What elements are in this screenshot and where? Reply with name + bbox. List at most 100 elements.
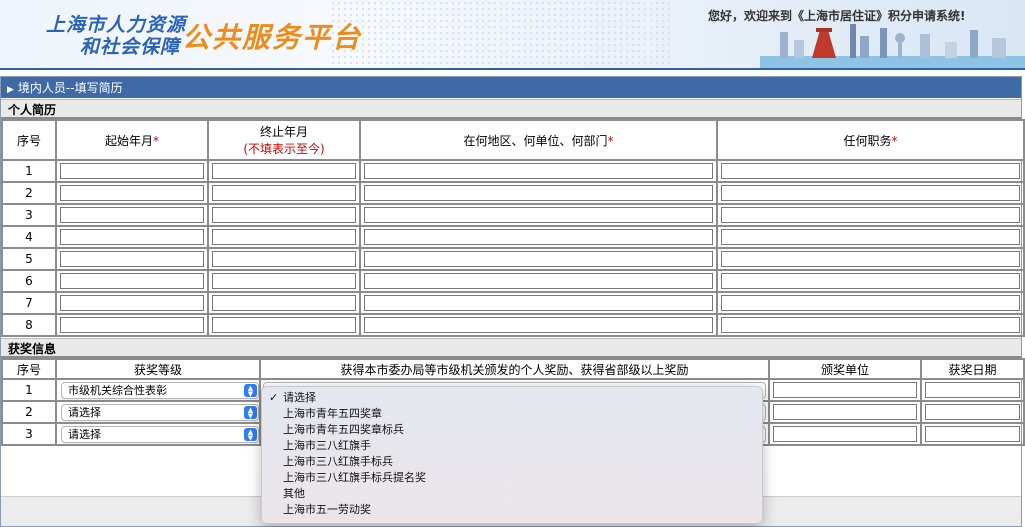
platform-brand: 公共服务平台 <box>182 21 363 54</box>
resume-cell <box>207 159 361 183</box>
position-input[interactable] <box>721 273 1020 289</box>
dropdown-option[interactable]: 上海市三八红旗手标兵 <box>262 454 762 470</box>
end-date-input[interactable] <box>212 251 356 267</box>
position-input[interactable] <box>721 185 1020 201</box>
award-date-input[interactable] <box>925 382 1020 398</box>
place-input[interactable] <box>364 207 713 223</box>
resume-cell <box>55 291 209 315</box>
resume-cell <box>207 247 361 271</box>
start-date-input[interactable] <box>60 251 204 267</box>
resume-row: 3 <box>1 203 1025 227</box>
start-date-input[interactable] <box>60 273 204 289</box>
resume-cell <box>359 159 718 183</box>
dropdown-option[interactable]: 上海市青年五四奖章 <box>262 406 762 422</box>
resume-section-title: 个人简历 <box>8 103 57 117</box>
resume-cell <box>359 291 718 315</box>
start-date-input[interactable] <box>60 163 204 179</box>
place-input[interactable] <box>364 251 713 267</box>
award-options-dropdown[interactable]: ✓ 请选择上海市青年五四奖章 上海市青年五四奖章标兵 上海市三八红旗手 上海市三八红旗手… <box>261 386 763 524</box>
resume-cell <box>207 203 361 227</box>
place-input[interactable] <box>364 185 713 201</box>
award-cell <box>920 378 1025 402</box>
award-date-input[interactable] <box>925 426 1020 442</box>
resume-row: 6 <box>1 269 1025 293</box>
award-date-input[interactable] <box>925 404 1020 420</box>
dropdown-option[interactable]: 上海市青年五四奖章标兵 <box>262 422 762 438</box>
resume-cell <box>207 269 361 293</box>
resume-cell <box>359 269 718 293</box>
end-date-input[interactable] <box>212 317 356 333</box>
resume-table: 序号 起始年月* 终止年月 (不填表示至今) 在何地区、何单位、何部门* 任何职务… <box>1 119 1025 337</box>
award-seq: 3 <box>1 422 57 446</box>
resume-cell <box>716 225 1025 249</box>
select-updown-icon: ▲ ▼ <box>244 405 257 419</box>
end-date-input[interactable] <box>212 295 356 311</box>
col-award-date: 获奖日期 <box>920 358 1025 380</box>
resume-cell <box>207 313 361 337</box>
end-date-input[interactable] <box>212 185 356 201</box>
position-input[interactable] <box>721 229 1020 245</box>
resume-cell <box>55 181 209 205</box>
place-input[interactable] <box>364 163 713 179</box>
start-date-input[interactable] <box>60 207 204 223</box>
award-level-cell: 请选择 ▲ ▼ <box>55 422 261 446</box>
award-level-value: 市级机关综合性表彰 <box>68 383 167 397</box>
site-header: 上海市人力资源 和社会保障 公共服务平台 您好，欢迎来到《上海市居住证》积分申请… <box>0 0 1025 70</box>
resume-cell <box>716 247 1025 271</box>
award-level-select[interactable]: 请选择 ▲ ▼ <box>61 425 259 443</box>
end-date-input[interactable] <box>212 207 356 223</box>
end-date-input[interactable] <box>212 229 356 245</box>
resume-row: 7 <box>1 291 1025 315</box>
award-cell <box>768 422 922 446</box>
row-seq: 5 <box>1 247 57 271</box>
award-issuer-input[interactable] <box>773 382 917 398</box>
start-date-input[interactable] <box>60 185 204 201</box>
place-input[interactable] <box>364 229 713 245</box>
start-date-input[interactable] <box>60 317 204 333</box>
resume-cell <box>55 225 209 249</box>
page-title: 境内人员--填写简历 <box>17 81 123 95</box>
place-input[interactable] <box>364 295 713 311</box>
position-input[interactable] <box>721 295 1020 311</box>
col-award-name: 获得本市委办局等市级机关颁发的个人奖励、获得省部级以上奖励 <box>259 358 770 380</box>
row-seq: 8 <box>1 313 57 337</box>
col-seq: 序号 <box>1 119 57 161</box>
resume-cell <box>207 181 361 205</box>
resume-cell <box>359 225 718 249</box>
award-level-select[interactable]: 市级机关综合性表彰 ▲ ▼ <box>61 381 259 399</box>
start-date-input[interactable] <box>60 295 204 311</box>
award-level-cell: 市级机关综合性表彰 ▲ ▼ <box>55 378 261 402</box>
dropdown-option[interactable]: 其他 <box>262 486 762 502</box>
award-issuer-input[interactable] <box>773 404 917 420</box>
end-date-input[interactable] <box>212 163 356 179</box>
dropdown-option[interactable]: ✓ 请选择 <box>262 390 762 406</box>
end-date-input[interactable] <box>212 273 356 289</box>
row-seq: 3 <box>1 203 57 227</box>
checkmark-icon: ✓ <box>269 391 279 404</box>
dropdown-option[interactable]: 上海市三八红旗手 <box>262 438 762 454</box>
award-level-cell: 请选择 ▲ ▼ <box>55 400 261 424</box>
row-seq: 7 <box>1 291 57 315</box>
position-input[interactable] <box>721 251 1020 267</box>
resume-cell <box>716 269 1025 293</box>
skyline-illustration <box>760 24 1025 70</box>
end-date-note: (不填表示至今) <box>243 142 325 156</box>
dropdown-option-label: 请选择 <box>283 391 316 404</box>
dropdown-option[interactable]: 上海市三八红旗手标兵提名奖 <box>262 470 762 486</box>
position-input[interactable] <box>721 163 1020 179</box>
resume-cell <box>55 203 209 227</box>
resume-row: 8 <box>1 313 1025 337</box>
place-input[interactable] <box>364 317 713 333</box>
resume-cell <box>359 313 718 337</box>
position-input[interactable] <box>721 317 1020 333</box>
start-date-input[interactable] <box>60 229 204 245</box>
dropdown-option-label: 上海市五一劳动奖 <box>283 503 371 516</box>
position-input[interactable] <box>721 207 1020 223</box>
row-seq: 2 <box>1 181 57 205</box>
select-updown-icon: ▲ ▼ <box>244 427 257 441</box>
dropdown-option[interactable]: 上海市五一劳动奖 <box>262 502 762 518</box>
award-level-select[interactable]: 请选择 ▲ ▼ <box>61 403 259 421</box>
award-seq: 2 <box>1 400 57 424</box>
place-input[interactable] <box>364 273 713 289</box>
award-issuer-input[interactable] <box>773 426 917 442</box>
